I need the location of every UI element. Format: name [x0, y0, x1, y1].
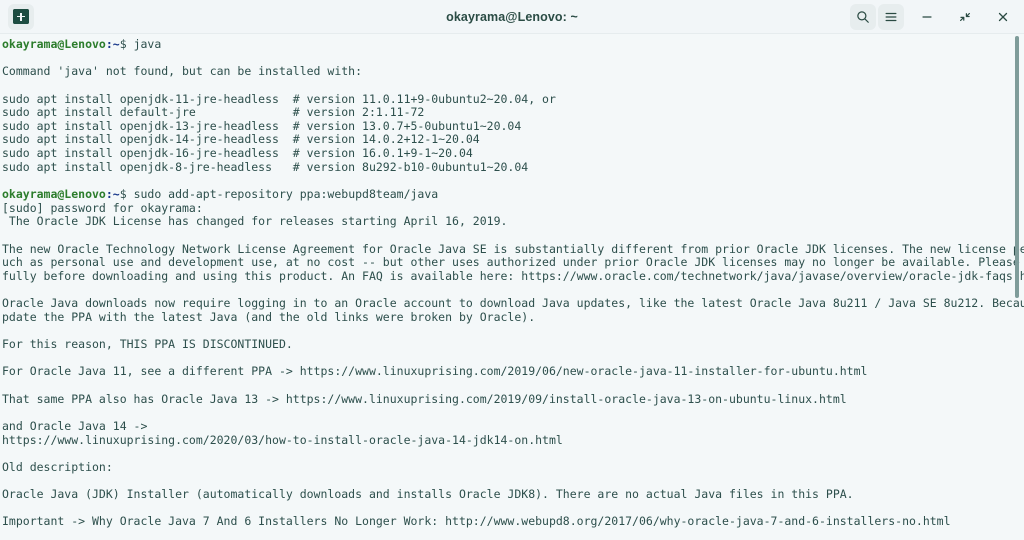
terminal-window: okayrama@Lenovo: ~ okayrama@Lenovo:~$ ja… — [0, 0, 1024, 540]
close-icon — [996, 10, 1010, 24]
prompt-user: okayrama@Lenovo — [2, 37, 106, 51]
terminal-output-line: sudo apt install openjdk-11-jre-headless… — [2, 91, 556, 106]
terminal-output-line: The new Oracle Technology Network Licens… — [2, 241, 1024, 256]
terminal-body[interactable]: okayrama@Lenovo:~$ java Command 'java' n… — [0, 34, 1024, 540]
minimize-icon — [920, 10, 934, 24]
terminal-scrollbar-thumb[interactable] — [1015, 36, 1019, 298]
terminal-output-line: Oracle Java downloads now require loggin… — [2, 296, 1024, 311]
terminal-output-line: sudo apt install default-jre # version 2… — [2, 105, 425, 120]
terminal-scrollbar[interactable] — [1012, 34, 1022, 540]
titlebar-left-controls — [8, 3, 34, 30]
window-titlebar: okayrama@Lenovo: ~ — [0, 0, 1024, 34]
restore-window-icon — [958, 10, 972, 24]
menu-button[interactable] — [878, 3, 904, 30]
prompt-command: $ java — [119, 37, 162, 51]
hamburger-menu-icon — [884, 10, 898, 24]
prompt-command: $ sudo add-apt-repository ppa:webupd8tea… — [119, 187, 439, 202]
terminal-output-line: sudo apt install openjdk-16-jre-headless… — [2, 146, 473, 161]
titlebar-right-controls — [850, 3, 1016, 30]
terminal-output-line: For this reason, THIS PPA IS DISCONTINUE… — [2, 337, 293, 352]
terminal-output-line: Old description: — [2, 459, 113, 474]
terminal-output-line: For Oracle Java 11, see a different PPA … — [2, 364, 868, 379]
terminal-output-line: Important -> Why Oracle Java 7 And 6 Ins… — [2, 514, 951, 529]
terminal-output-line: and Oracle Java 14 -> — [2, 418, 148, 433]
terminal-output-line: uch as personal use and development use,… — [2, 255, 1020, 270]
terminal-output-line: fully before downloading and using this … — [2, 268, 1024, 283]
terminal-output-line: The Oracle JDK License has changed for r… — [2, 214, 508, 229]
terminal-output-line: sudo apt install openjdk-13-jre-headless… — [2, 118, 522, 133]
terminal-output-line: [sudo] password for okayrama: — [2, 200, 203, 215]
prompt-user: okayrama@Lenovo — [2, 187, 106, 202]
restore-window-button[interactable] — [952, 4, 978, 30]
terminal-output-line: sudo apt install openjdk-8-jre-headless … — [2, 159, 529, 174]
terminal-output-line: pdate the PPA with the latest Java (and … — [2, 309, 536, 324]
prompt-path: :~ — [105, 37, 120, 51]
close-button[interactable] — [990, 4, 1016, 30]
prompt-path: :~ — [105, 187, 120, 202]
terminal-output-line: Command 'java' not found, but can be ins… — [2, 64, 363, 79]
terminal-output-line: https://www.linuxuprising.com/2020/03/ho… — [2, 432, 563, 447]
minimize-button[interactable] — [914, 4, 940, 30]
terminal-output-line: sudo apt install openjdk-14-jre-headless… — [2, 132, 480, 147]
search-icon — [856, 10, 870, 24]
new-terminal-tab-icon — [13, 9, 29, 24]
search-button[interactable] — [850, 3, 876, 30]
terminal-output: okayrama@Lenovo:~$ java Command 'java' n… — [2, 37, 1024, 540]
terminal-prompt-line: okayrama@Lenovo:~$ java — [2, 37, 1024, 52]
new-terminal-tab-button[interactable] — [8, 3, 34, 30]
terminal-output-line: That same PPA also has Oracle Java 13 ->… — [2, 391, 847, 406]
terminal-prompt-line: okayrama@Lenovo:~$ sudo add-apt-reposito… — [2, 187, 1024, 202]
terminal-output-line: Oracle Java (JDK) Installer (automatical… — [2, 487, 854, 502]
